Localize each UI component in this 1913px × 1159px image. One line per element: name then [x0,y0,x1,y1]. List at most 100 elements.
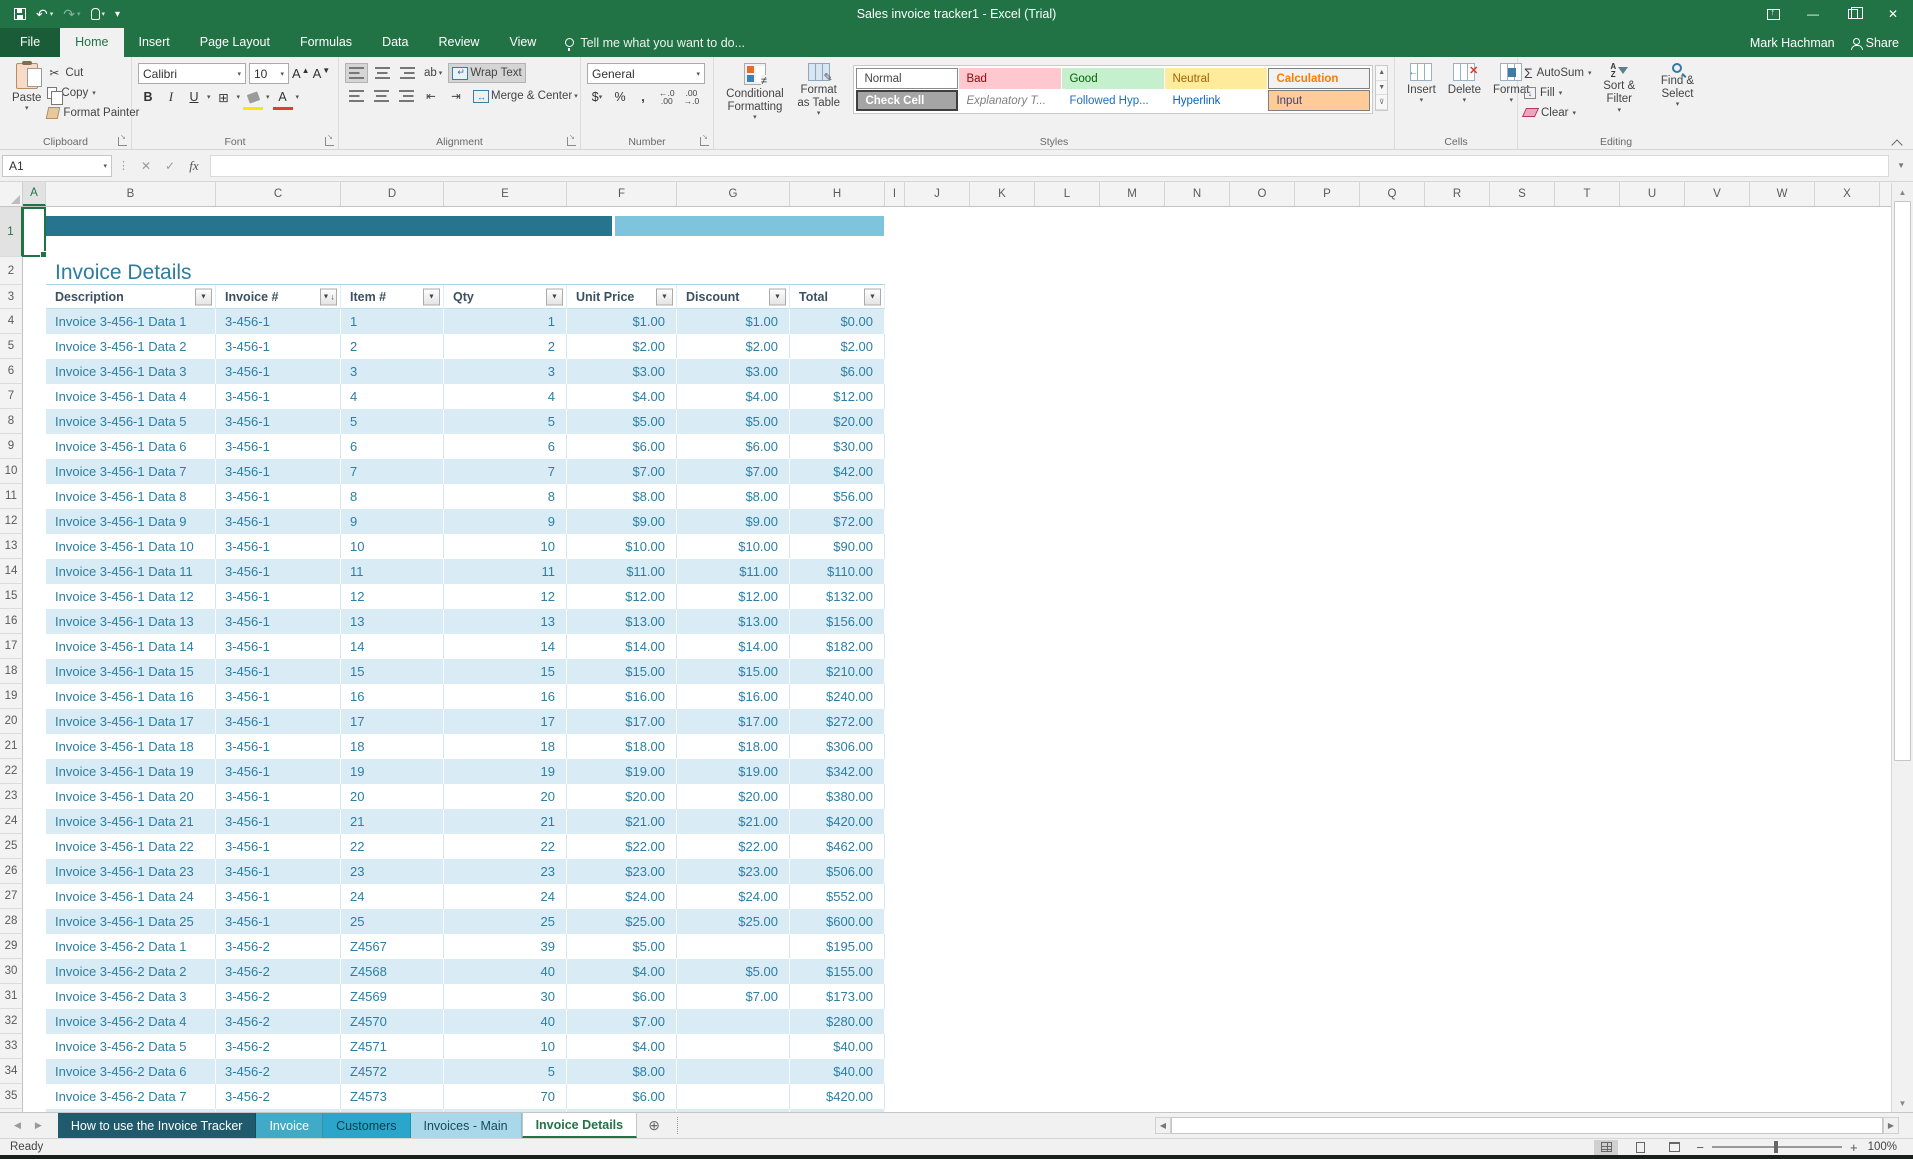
cell-total[interactable]: $132.00 [790,584,885,609]
cell-discount[interactable]: $23.00 [677,859,790,884]
user-name[interactable]: Mark Hachman [1750,36,1835,50]
row-header-22[interactable]: 22 [0,759,23,784]
style-hyperlink[interactable]: Hyperlink [1165,90,1267,111]
top-align-button[interactable] [345,63,368,83]
decrease-decimal-button[interactable]: .00→.0 [681,88,703,107]
cell-discount[interactable]: $7.00 [677,984,790,1009]
row-header-32[interactable]: 32 [0,1009,23,1034]
cell-discount[interactable]: $14.00 [677,634,790,659]
formula-input[interactable] [210,155,1889,177]
cell-item-number[interactable]: Z4570 [341,1009,444,1034]
row-header-34[interactable]: 34 [0,1059,23,1084]
row-header-12[interactable]: 12 [0,509,23,534]
cell-invoice-number[interactable]: 3-456-1 [216,409,341,434]
cell-total[interactable]: $272.00 [790,709,885,734]
cell-a3[interactable] [23,285,46,309]
row-header-8[interactable]: 8 [0,409,23,434]
zoom-in-button[interactable]: + [1850,1140,1858,1155]
cell-total[interactable]: $342.00 [790,759,885,784]
cell-item-number[interactable]: 10 [341,534,444,559]
cell-discount[interactable]: $25.00 [677,909,790,934]
cell-item-number[interactable]: 20 [341,784,444,809]
cell-a[interactable] [23,559,46,584]
cell-qty[interactable]: 5 [444,1059,567,1084]
cell-a[interactable] [23,1084,46,1109]
cell-a[interactable] [23,759,46,784]
filter-button-description[interactable]: ▼ [195,288,212,305]
scroll-down-icon[interactable]: ▼ [1892,1094,1913,1112]
row-header-2[interactable]: 2 [0,257,23,285]
underline-button[interactable]: U [184,87,204,107]
cell-discount[interactable]: $20.00 [677,784,790,809]
restore-button[interactable] [1833,0,1873,28]
cell-item-number[interactable]: 18 [341,734,444,759]
cell-a[interactable] [23,584,46,609]
cell-qty[interactable]: 18 [444,734,567,759]
cell-invoice-number[interactable]: 3-456-2 [216,959,341,984]
cell-qty[interactable]: 9 [444,509,567,534]
number-dialog-launcher[interactable] [700,137,709,146]
redo-button[interactable]: ↷▾ [63,6,80,23]
cell-unit-price[interactable]: $6.00 [567,1084,677,1109]
cell-description[interactable]: Invoice 3-456-2 Data 2 [46,959,216,984]
align-left-button[interactable] [345,86,367,106]
table-header-total[interactable]: Total▼ [790,285,885,309]
cell-description[interactable]: Invoice 3-456-1 Data 24 [46,884,216,909]
cell-invoice-number[interactable]: 3-456-2 [216,984,341,1009]
touch-mode-button[interactable]: ▾ [91,8,106,20]
row-header-26[interactable]: 26 [0,859,23,884]
table-header-unit-price[interactable]: Unit Price▼ [567,285,677,309]
cell-qty[interactable]: 16 [444,684,567,709]
table-header-discount[interactable]: Discount▼ [677,285,790,309]
cell-unit-price[interactable]: $20.00 [567,784,677,809]
font-dialog-launcher[interactable] [325,137,334,146]
style-normal[interactable]: Normal [856,68,958,89]
select-all-corner[interactable] [0,182,23,206]
cell-total[interactable]: $40.00 [790,1059,885,1084]
cell-qty[interactable]: 15 [444,659,567,684]
cell-invoice-number[interactable]: 3-456-1 [216,309,341,334]
cell-discount[interactable]: $9.00 [677,509,790,534]
cell-a[interactable] [23,634,46,659]
cell-invoice-number[interactable]: 3-456-2 [216,934,341,959]
column-header-Q[interactable]: Q [1360,182,1425,206]
gallery-down-icon[interactable]: ▼ [1376,81,1387,96]
expand-formula-bar-button[interactable]: ▼ [1889,161,1913,170]
zoom-level[interactable]: 100% [1868,1141,1897,1153]
undo-button[interactable]: ↶▾ [36,6,53,23]
cell-item-number[interactable]: 4 [341,384,444,409]
row-header-21[interactable]: 21 [0,734,23,759]
cell-description[interactable]: Invoice 3-456-2 Data 6 [46,1059,216,1084]
cell-a[interactable] [23,459,46,484]
zoom-slider-thumb[interactable] [1774,1141,1778,1153]
sort-filter-button[interactable]: AZ Sort & Filter ▾ [1591,61,1647,117]
alignment-dialog-launcher[interactable] [567,137,576,146]
cell-unit-price[interactable]: $4.00 [567,384,677,409]
cell-invoice-number[interactable]: 3-456-2 [216,1059,341,1084]
cell-total[interactable]: $240.00 [790,684,885,709]
vertical-scroll-thumb[interactable] [1894,201,1911,761]
row-header-20[interactable]: 20 [0,709,23,734]
ribbon-tab-home[interactable]: Home [60,28,123,57]
row-header-28[interactable]: 28 [0,909,23,934]
cell-unit-price[interactable]: $15.00 [567,659,677,684]
row-header-9[interactable]: 9 [0,434,23,459]
cell-discount[interactable]: $19.00 [677,759,790,784]
row-header-10[interactable]: 10 [0,459,23,484]
cell-unit-price[interactable]: $8.00 [567,1059,677,1084]
autosum-button[interactable]: ΣAutoSum▾ [1524,63,1591,82]
cell-a[interactable] [23,534,46,559]
row-header-31[interactable]: 31 [0,984,23,1009]
cell-item-number[interactable]: 15 [341,659,444,684]
table-header-invoice[interactable]: Invoice #▼ [216,285,341,309]
table-header-qty[interactable]: Qty▼ [444,285,567,309]
cell-unit-price[interactable]: $8.00 [567,484,677,509]
row-header-13[interactable]: 13 [0,534,23,559]
cell-discount[interactable]: $24.00 [677,884,790,909]
filter-button-invoice[interactable]: ▼ [320,288,337,305]
cell-a[interactable] [23,984,46,1009]
cell-a[interactable] [23,359,46,384]
style-input[interactable]: Input [1268,90,1370,111]
cell-unit-price[interactable]: $2.00 [567,334,677,359]
bottom-align-button[interactable] [396,63,418,83]
